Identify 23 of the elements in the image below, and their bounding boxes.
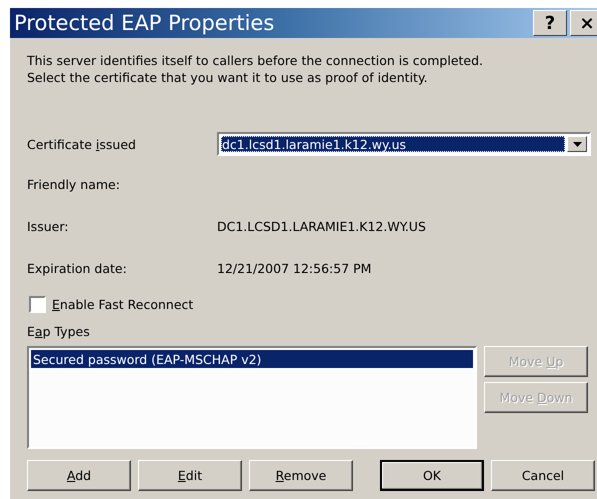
- checkbox-label: Enable Fast Reconnect: [52, 296, 194, 312]
- list-item[interactable]: Secured password (EAP-MSCHAP v2): [31, 350, 473, 368]
- caret-icon: [572, 142, 582, 146]
- field-label: Issuer:: [27, 218, 70, 234]
- window-title: Protected EAP Properties: [14, 11, 276, 35]
- checkbox[interactable]: [29, 296, 46, 312]
- dialog-button[interactable]: Add: [27, 460, 131, 491]
- dialog-button[interactable]: Cancel: [491, 460, 595, 491]
- dialog-button[interactable]: Edit: [138, 460, 242, 491]
- field-value: 12/21/2007 12:56:57 PM: [217, 260, 372, 276]
- dialog-button[interactable]: Remove: [249, 460, 353, 491]
- dialog-button[interactable]: OK: [380, 460, 484, 491]
- dropdown-button[interactable]: [567, 136, 587, 152]
- field-value: DC1.LCSD1.LARAMIE1.K12.WY.US: [217, 218, 426, 234]
- close-button[interactable]: ×: [570, 10, 597, 36]
- certificate-dropdown[interactable]: dc1.lcsd1.laramie1.k12.wy.us: [217, 132, 591, 156]
- description-text: This server identifies itself to callers before the connection is completed. Select the certificate that you want it to use as proof of identity.: [27, 52, 484, 86]
- eap-types-list[interactable]: Secured password (EAP-MSCHAP v2): [27, 346, 477, 449]
- list-label: Eap Types: [27, 324, 91, 338]
- help-button[interactable]: ?: [533, 10, 567, 36]
- field-label: Friendly name:: [27, 176, 121, 192]
- field-label: Certificate issued: [27, 136, 137, 152]
- field-label: Expiration date:: [27, 260, 128, 276]
